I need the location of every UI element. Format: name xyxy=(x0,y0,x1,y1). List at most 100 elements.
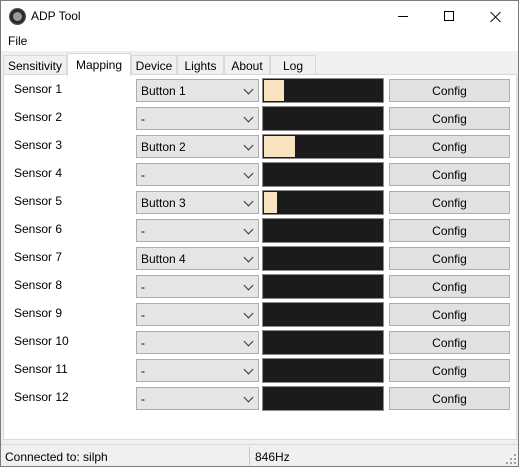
mapping-select[interactable]: Button 4 xyxy=(136,247,259,270)
sensor-level-meter xyxy=(262,246,384,271)
sensor-row: Sensor 2 - Config xyxy=(4,105,516,133)
mapping-select[interactable]: - xyxy=(136,107,259,130)
tab-device[interactable]: Device xyxy=(131,55,177,75)
chevron-down-icon xyxy=(243,112,254,123)
config-button[interactable]: Config xyxy=(389,387,510,410)
mapping-select-value: - xyxy=(141,336,145,350)
sensor-level-meter xyxy=(262,386,384,411)
sensor-label: Sensor 7 xyxy=(14,250,63,264)
sensor-level-meter xyxy=(262,134,384,159)
config-button[interactable]: Config xyxy=(389,107,510,130)
mapping-select[interactable]: - xyxy=(136,331,259,354)
tab-bar: Sensitivity Mapping Device Lights About … xyxy=(3,53,518,76)
config-button[interactable]: Config xyxy=(389,79,510,102)
connection-status: Connected to: silph xyxy=(5,450,108,464)
mapping-panel: Sensor 1 Button 1 Config Sensor 2- Config Sen… xyxy=(3,74,517,440)
sensor-row: Sensor 5 Button 3 Config xyxy=(4,189,516,217)
config-button[interactable]: Config xyxy=(389,331,510,354)
app-icon xyxy=(9,8,26,25)
config-button[interactable]: Config xyxy=(389,163,510,186)
sensor-label: Sensor 8 xyxy=(14,278,63,292)
sensor-label: Sensor 12 xyxy=(14,390,69,404)
sensor-label: Sensor 11 xyxy=(14,362,68,376)
sensor-row: Sensor 4 - Config xyxy=(4,161,516,189)
menu-bar: File xyxy=(1,31,518,51)
sensor-row: Sensor 1 Button 1 Config xyxy=(4,77,516,105)
tab-sensitivity[interactable]: Sensitivity xyxy=(3,55,67,75)
mapping-select[interactable]: Button 1 xyxy=(136,79,259,102)
title-bar[interactable]: ADP Tool xyxy=(1,1,518,31)
mapping-select[interactable]: - xyxy=(136,163,259,186)
minimize-button[interactable] xyxy=(380,1,426,31)
sensor-label: Sensor 4 xyxy=(14,166,63,180)
maximize-icon xyxy=(444,11,454,21)
sensor-level-meter xyxy=(262,106,384,131)
mapping-select[interactable]: Button 2 xyxy=(136,135,259,158)
mapping-select-value: - xyxy=(141,224,145,238)
chevron-down-icon xyxy=(243,224,254,235)
mapping-select-value: Button 2 xyxy=(141,140,186,154)
mapping-select-value: Button 1 xyxy=(141,84,186,98)
close-button[interactable] xyxy=(472,1,518,31)
config-button[interactable]: Config xyxy=(389,359,510,382)
sensor-level-meter xyxy=(262,218,384,243)
sensor-row: Sensor 12 - Config xyxy=(4,385,516,413)
config-button[interactable]: Config xyxy=(389,303,510,326)
window-title: ADP Tool xyxy=(31,9,81,23)
sensor-row: Sensor 6 - Config xyxy=(4,217,516,245)
sensor-level-meter xyxy=(262,358,384,383)
sensor-label: Sensor 5 xyxy=(14,194,63,208)
mapping-select-value: - xyxy=(141,168,145,182)
sensor-row: Sensor 7 Button 4 Config xyxy=(4,245,516,273)
sensor-level-meter xyxy=(262,302,384,327)
mapping-select-value: Button 4 xyxy=(141,252,186,266)
config-button[interactable]: Config xyxy=(389,247,510,270)
chevron-down-icon xyxy=(243,336,254,347)
sensor-level-meter xyxy=(262,162,384,187)
mapping-select[interactable]: - xyxy=(136,219,259,242)
status-bar: Connected to: silph 846Hz xyxy=(1,444,518,466)
app-window: ADP Tool File Sensitivity Mapping Device… xyxy=(0,0,519,467)
chevron-down-icon xyxy=(243,84,254,95)
resize-grip-icon[interactable] xyxy=(506,454,516,464)
sensor-row: Sensor 3 Button 2 Config xyxy=(4,133,516,161)
sensor-row: Sensor 8 - Config xyxy=(4,273,516,301)
chevron-down-icon xyxy=(243,140,254,151)
config-button[interactable]: Config xyxy=(389,275,510,298)
chevron-down-icon xyxy=(243,364,254,375)
chevron-down-icon xyxy=(243,308,254,319)
status-divider xyxy=(249,447,250,465)
tab-about[interactable]: About xyxy=(224,55,270,75)
menu-file[interactable]: File xyxy=(8,34,27,48)
chevron-down-icon xyxy=(243,280,254,291)
sensor-label: Sensor 9 xyxy=(14,306,63,320)
minimize-icon xyxy=(398,15,408,17)
tab-log[interactable]: Log xyxy=(270,55,316,75)
mapping-select[interactable]: - xyxy=(136,359,259,382)
config-button[interactable]: Config xyxy=(389,219,510,242)
sensor-level-fill xyxy=(264,80,284,101)
mapping-select-value: - xyxy=(141,308,145,322)
close-icon xyxy=(490,11,501,22)
mapping-select[interactable]: Button 3 xyxy=(136,191,259,214)
sensor-level-meter xyxy=(262,274,384,299)
chevron-down-icon xyxy=(243,252,254,263)
mapping-select-value: - xyxy=(141,364,145,378)
maximize-button[interactable] xyxy=(426,1,472,31)
tab-mapping[interactable]: Mapping xyxy=(67,53,131,76)
sensor-label: Sensor 10 xyxy=(14,334,69,348)
mapping-select[interactable]: - xyxy=(136,275,259,298)
config-button[interactable]: Config xyxy=(389,191,510,214)
tab-lights[interactable]: Lights xyxy=(177,55,224,75)
mapping-select-value: - xyxy=(141,280,145,294)
sensor-level-fill xyxy=(264,136,295,157)
sensor-label: Sensor 3 xyxy=(14,138,63,152)
sensor-row: Sensor 11 - Config xyxy=(4,357,516,385)
sensor-label: Sensor 1 xyxy=(14,82,63,96)
mapping-select[interactable]: - xyxy=(136,303,259,326)
config-button[interactable]: Config xyxy=(389,135,510,158)
chevron-down-icon xyxy=(243,168,254,179)
chevron-down-icon xyxy=(243,392,254,403)
sensor-level-meter xyxy=(262,78,384,103)
mapping-select[interactable]: - xyxy=(136,387,259,410)
